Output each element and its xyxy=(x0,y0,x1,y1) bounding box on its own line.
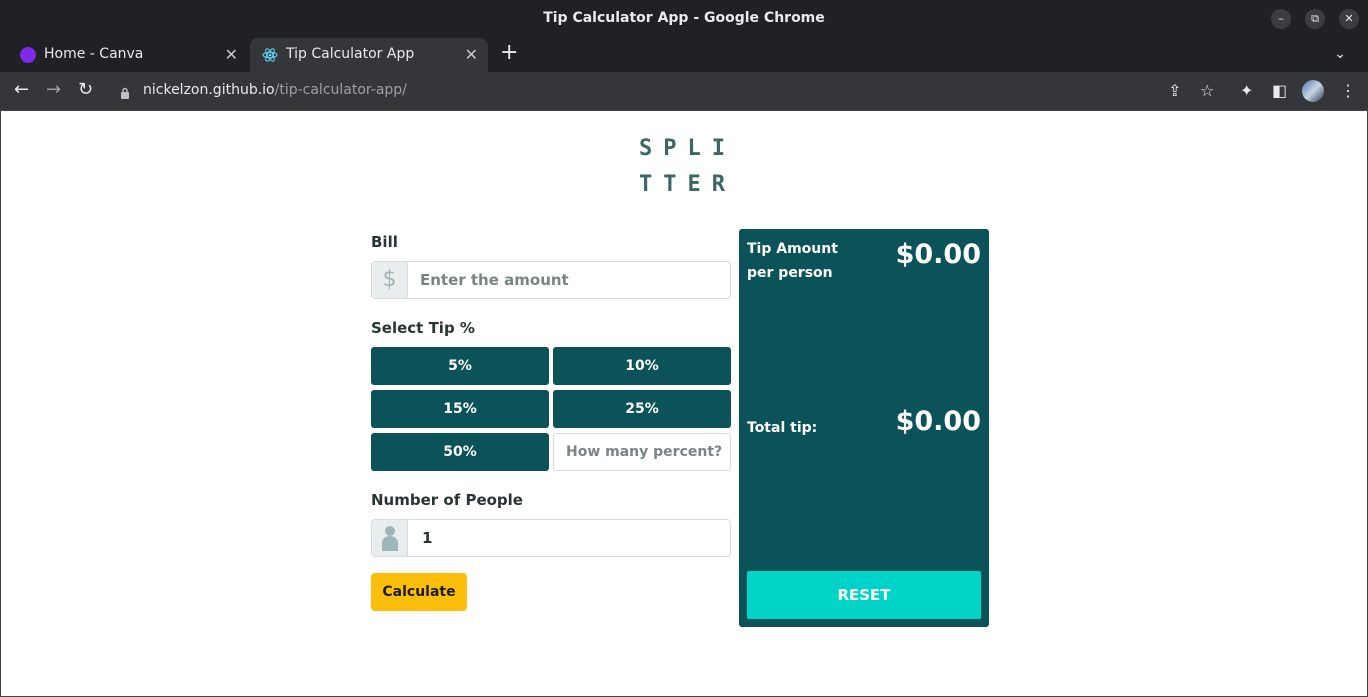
share-icon[interactable]: ⇪ xyxy=(1168,82,1181,100)
new-tab-button[interactable]: + xyxy=(500,42,518,64)
lock-icon xyxy=(120,84,130,99)
calculate-button[interactable]: Calculate xyxy=(371,573,467,611)
extensions-icon[interactable]: ✦ xyxy=(1240,82,1253,100)
bill-field: $ xyxy=(371,261,731,299)
back-button[interactable]: ← xyxy=(14,80,29,100)
total-tip-label: Total tip: xyxy=(747,420,818,436)
browser-toolbar: ← → ↻ nickelzon.github.io/tip-calculator… xyxy=(0,72,1368,110)
tip-amount-label: Tip Amount per person xyxy=(747,237,838,285)
tip-amount-label-line2: per person xyxy=(747,265,833,281)
tip-50-button[interactable]: 50% xyxy=(371,433,549,471)
forward-button[interactable]: → xyxy=(46,80,61,100)
tab-search-icon[interactable]: ⌄ xyxy=(1334,46,1346,62)
people-label: Number of People xyxy=(371,491,523,509)
profile-avatar[interactable] xyxy=(1302,80,1324,102)
url-host: nickelzon.github.io xyxy=(143,82,275,98)
tip-10-button[interactable]: 10% xyxy=(553,347,731,385)
reset-button[interactable]: RESET xyxy=(747,571,981,619)
logo-line-1: SPLI xyxy=(639,136,736,161)
tip-5-button[interactable]: 5% xyxy=(371,347,549,385)
people-input[interactable] xyxy=(422,526,722,550)
restore-button[interactable]: ⧉ xyxy=(1305,9,1325,29)
bookmark-star-icon[interactable]: ☆ xyxy=(1200,82,1214,100)
result-panel: Tip Amount per person $0.00 Total tip: $… xyxy=(739,229,989,627)
tip-amount-value: $0.00 xyxy=(895,239,981,270)
reload-button[interactable]: ↻ xyxy=(78,80,93,100)
bill-input[interactable] xyxy=(420,268,720,292)
logo-line-2: TTER xyxy=(639,172,736,197)
url-text: nickelzon.github.io/tip-calculator-app/ xyxy=(143,82,407,98)
dollar-icon: $ xyxy=(372,262,408,298)
react-favicon-icon xyxy=(262,47,278,63)
splitter-logo: SPLI TTER xyxy=(639,131,739,203)
person-icon xyxy=(372,520,408,556)
canva-favicon-icon xyxy=(20,47,36,63)
chrome-menu-icon[interactable]: ⋮ xyxy=(1340,82,1356,100)
tab-label: Home - Canva xyxy=(44,46,144,62)
close-tab-icon[interactable]: ✕ xyxy=(225,45,238,64)
tab-home-canva[interactable]: Home - Canva ✕ xyxy=(8,38,248,72)
tab-label: Tip Calculator App xyxy=(286,46,415,62)
page-content: SPLI TTER Bill $ Select Tip % 5% 10% 15%… xyxy=(1,111,1367,696)
people-field xyxy=(371,519,731,557)
side-panel-icon[interactable]: ◧ xyxy=(1272,82,1287,100)
tip-15-button[interactable]: 15% xyxy=(371,390,549,428)
tab-strip: Home - Canva ✕ Tip Calculator App ✕ xyxy=(0,38,1368,72)
custom-tip-input[interactable] xyxy=(553,433,731,471)
tip-amount-label-line1: Tip Amount xyxy=(747,241,838,257)
tip-25-button[interactable]: 25% xyxy=(553,390,731,428)
select-tip-label: Select Tip % xyxy=(371,319,475,337)
close-tab-icon[interactable]: ✕ xyxy=(465,45,478,64)
window-title-bar: Tip Calculator App - Google Chrome – ⧉ ✕ xyxy=(0,0,1368,38)
minimize-button[interactable]: – xyxy=(1271,9,1291,29)
address-bar[interactable]: nickelzon.github.io/tip-calculator-app/ xyxy=(110,77,1200,105)
url-path: /tip-calculator-app/ xyxy=(274,82,407,98)
window-title: Tip Calculator App - Google Chrome xyxy=(543,10,825,26)
tab-tip-calculator[interactable]: Tip Calculator App ✕ xyxy=(250,38,488,72)
close-window-button[interactable]: ✕ xyxy=(1339,9,1359,29)
bill-label: Bill xyxy=(371,233,398,251)
total-tip-value: $0.00 xyxy=(895,406,981,437)
